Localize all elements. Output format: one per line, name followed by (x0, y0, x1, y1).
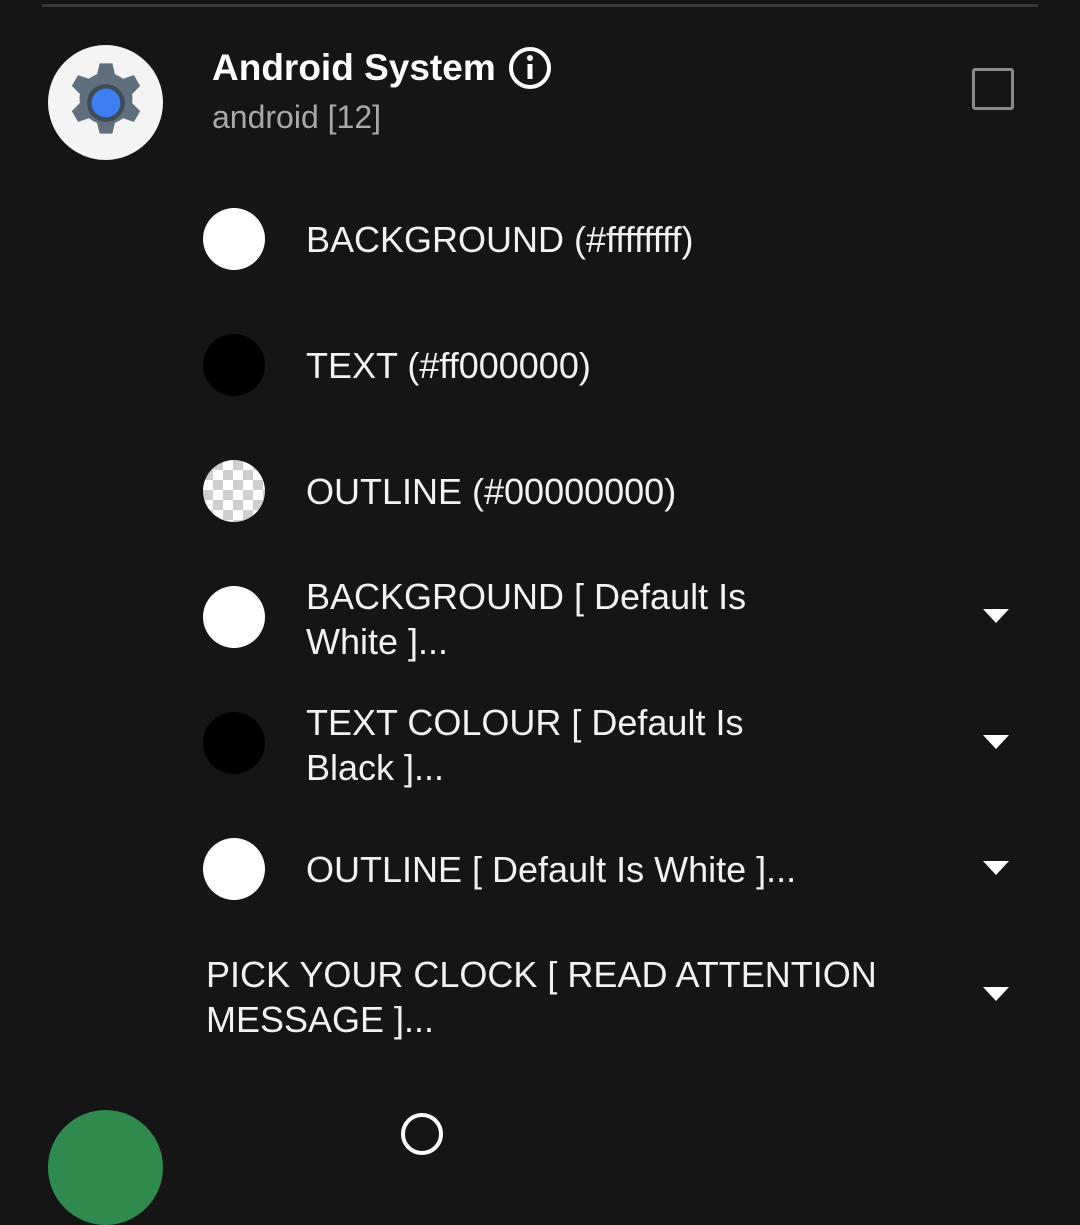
pick-clock-label[interactable]: PICK YOUR CLOCK [ READ ATTENTION MESSAGE… (206, 952, 926, 1042)
info-icon[interactable] (400, 1112, 444, 1156)
next-app-avatar[interactable] (48, 1110, 163, 1225)
dropdown-arrow-icon[interactable] (982, 606, 1010, 626)
top-divider (42, 4, 1038, 7)
dropdown-arrow-icon[interactable] (982, 732, 1010, 752)
outline-default-label[interactable]: OUTLINE [ Default Is White ]... (306, 847, 796, 892)
background-default-label[interactable]: BACKGROUND [ Default Is White ]... (306, 574, 826, 664)
background-default-swatch[interactable] (203, 586, 265, 648)
dropdown-arrow-icon[interactable] (982, 858, 1010, 878)
outline-default-swatch[interactable] (203, 838, 265, 900)
app-name: Android System (212, 47, 496, 88)
app-title: Android System (212, 44, 552, 92)
settings-gear-icon (71, 62, 140, 134)
text-color-swatch[interactable] (203, 334, 265, 396)
text-colour-default-swatch[interactable] (203, 712, 265, 774)
dropdown-arrow-icon[interactable] (982, 984, 1010, 1004)
outline-color-swatch[interactable] (203, 460, 265, 522)
background-color-swatch[interactable] (203, 208, 265, 270)
app-package: android [12] (212, 99, 382, 135)
android-system-app-icon (48, 45, 163, 160)
text-color-label[interactable]: TEXT (#ff000000) (306, 343, 591, 388)
app-checkbox[interactable] (972, 68, 1014, 110)
outline-color-label[interactable]: OUTLINE (#00000000) (306, 469, 676, 514)
text-colour-default-label[interactable]: TEXT COLOUR [ Default Is Black ]... (306, 700, 826, 790)
info-icon[interactable] (508, 46, 552, 90)
background-color-label[interactable]: BACKGROUND (#ffffffff) (306, 217, 694, 262)
